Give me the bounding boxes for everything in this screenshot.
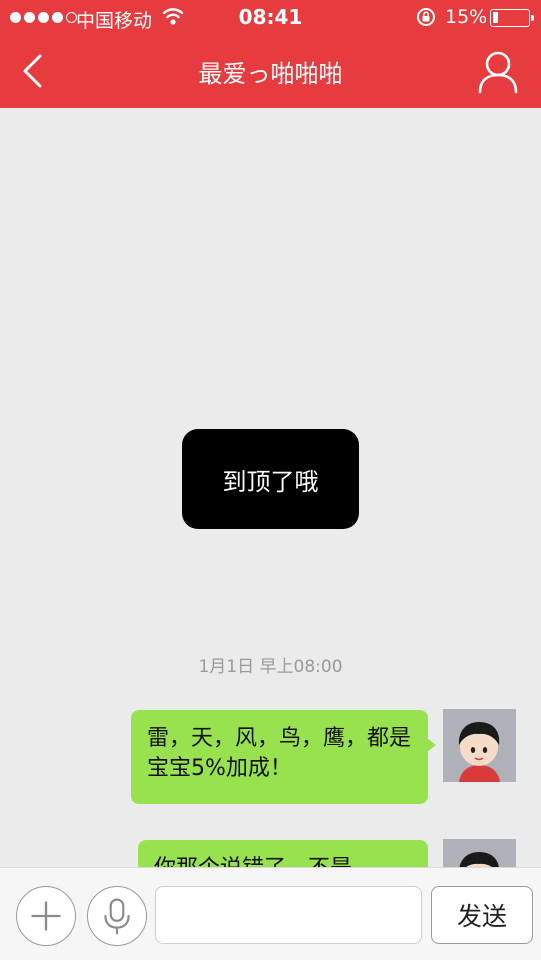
- back-button[interactable]: [10, 46, 60, 96]
- nav-bar: 最爱っ啪啪啪: [0, 36, 541, 108]
- voice-input-button[interactable]: [87, 886, 147, 946]
- chat-title: 最爱っ啪啪啪: [198, 60, 343, 88]
- toast-message: 到顶了哦: [182, 429, 359, 529]
- battery-percent: 15%: [445, 6, 488, 28]
- battery-icon: [490, 9, 534, 27]
- message-timestamp: 1月1日 早上08:00: [198, 657, 343, 677]
- message-input[interactable]: [155, 886, 422, 944]
- message-input-bar: 发送: [0, 867, 541, 960]
- header: 中国移动 08:41 15% 最爱っ啪啪啪: [0, 0, 541, 108]
- plus-button[interactable]: [16, 886, 76, 946]
- status-bar: 中国移动 08:41 15%: [0, 0, 541, 36]
- message-bubble[interactable]: 雷，天，风，鸟，鹰，都是宝宝5%加成！: [131, 710, 436, 804]
- rotation-lock-icon: [417, 8, 435, 26]
- send-button[interactable]: 发送: [431, 886, 533, 944]
- profile-button[interactable]: [472, 46, 524, 98]
- chat-screen: 中国移动 08:41 15% 最爱っ啪啪啪 到顶了哦 1月1日 早上08:00 …: [0, 0, 541, 960]
- avatar[interactable]: [443, 709, 516, 782]
